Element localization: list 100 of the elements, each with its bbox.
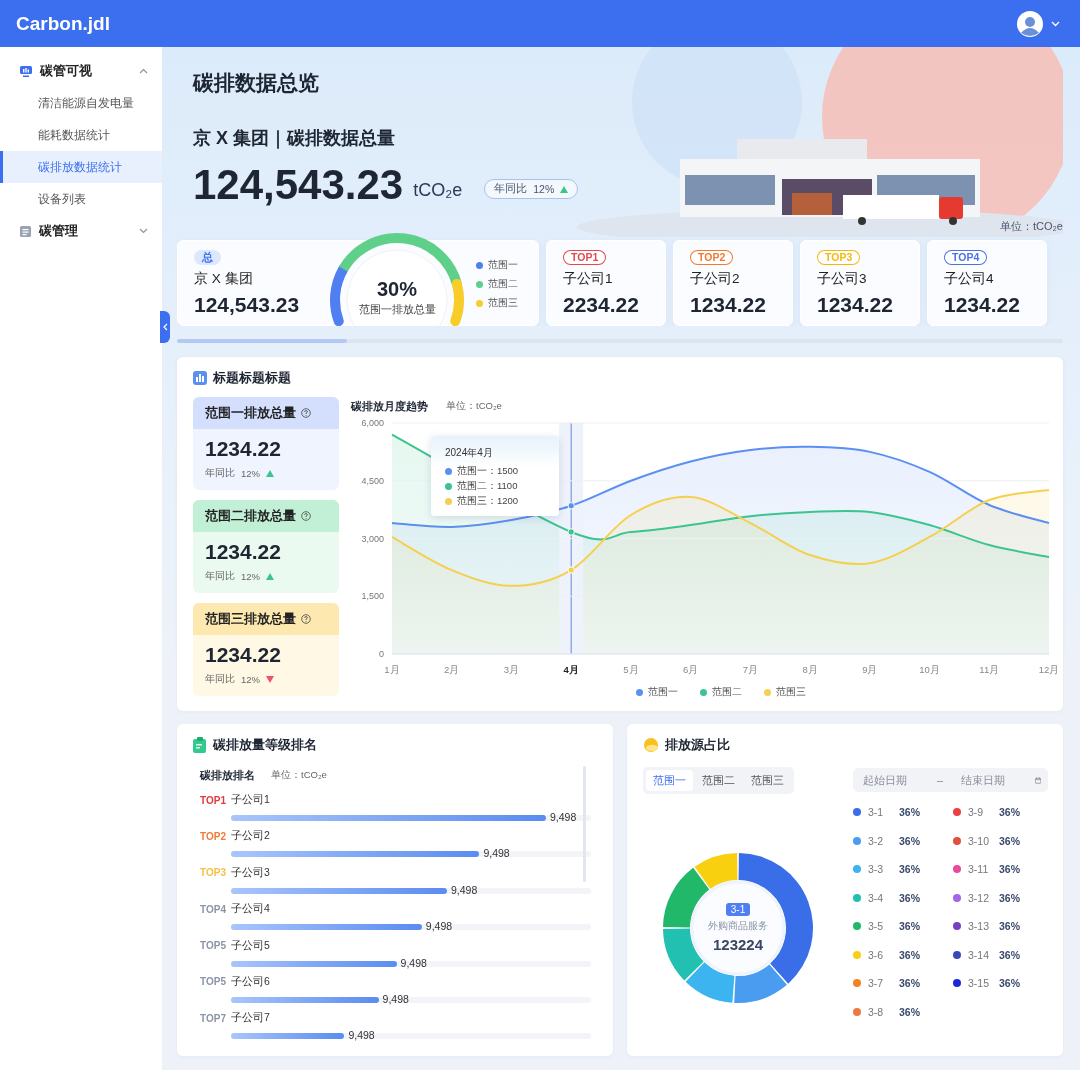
end-date-input[interactable]: 结束日期 [960, 774, 1023, 786]
tooltip-value: 范围二：1100 [457, 480, 518, 493]
axis-tick-label: 3,000 [361, 533, 384, 544]
range-separator: – [937, 774, 944, 786]
bar-value: 9,498 [348, 1029, 375, 1042]
nav-item[interactable]: 清洁能源自发电量 [0, 87, 162, 119]
scope-value: 1234.22 [204, 539, 282, 564]
legend-value: 36% [999, 977, 1020, 989]
yoy-label: 年同比 [494, 182, 528, 196]
scope-tab[interactable]: 范围二 [695, 769, 742, 791]
start-date-input[interactable]: 起始日期 [863, 774, 925, 786]
legend-label: 范围二 [488, 277, 518, 291]
nav-item[interactable]: 能耗数据统计 [0, 119, 162, 151]
legend-label: 3-14 [968, 948, 990, 961]
gauge-caption: 范围一排放总量 [358, 303, 436, 315]
legend-label: 3-5 [868, 920, 885, 932]
legend-label: 3-7 [868, 977, 885, 989]
rank-label: TOP1 [200, 794, 227, 806]
monitor-icon [20, 65, 32, 77]
legend-value: 36% [899, 1005, 920, 1018]
yoy-value: 12% [533, 183, 555, 195]
legend-label: 3-4 [868, 891, 885, 904]
legend-value: 36% [899, 834, 920, 847]
legend-label: 3-11 [968, 863, 990, 875]
bar-value: 9,498 [425, 920, 453, 933]
tooltip-value: 范围一：1500 [457, 465, 519, 478]
axis-tick-label: 5月 [623, 664, 639, 675]
chevron-down-icon[interactable] [1051, 20, 1060, 27]
company-name: 子公司5 [231, 938, 270, 953]
scope-title: 范围一排放总量 [205, 404, 296, 422]
company-name: 子公司3 [231, 865, 270, 880]
legend-label: 3-13 [968, 920, 990, 932]
document-icon [193, 737, 207, 753]
rank-badge: TOP2 [690, 250, 734, 265]
nav-group[interactable]: 碳管理 [0, 215, 162, 247]
axis-tick-label: 3月 [503, 664, 520, 675]
center-caption: 外购商品服务 [708, 919, 768, 933]
company-name: 子公司4 [944, 270, 995, 288]
legend-label: 3-3 [868, 863, 885, 875]
rank-label: TOP7 [200, 1012, 227, 1024]
legend-value: 36% [899, 806, 920, 818]
calendar-icon[interactable] [1034, 774, 1041, 786]
chart-unit: 单位：tCO₂e [446, 399, 502, 413]
legend-value: 36% [899, 863, 920, 875]
company-value: 1234.22 [944, 293, 1021, 317]
axis-tick-label: 4,500 [361, 475, 384, 486]
legend-dot [699, 688, 707, 696]
company-name: 子公司1 [231, 793, 270, 807]
legend-label: 3-8 [868, 1005, 885, 1018]
bar-value: 9,498 [400, 956, 427, 969]
axis-tick-label: 7月 [742, 664, 758, 675]
rank-badge: TOP1 [563, 250, 607, 265]
legend-value: 36% [999, 834, 1020, 847]
group-value: 124,543.23 [194, 293, 301, 317]
clipboard-icon [20, 225, 31, 237]
avatar-icon[interactable] [1017, 10, 1043, 37]
yoy-value: 12% [241, 674, 260, 685]
help-icon[interactable] [301, 408, 311, 418]
axis-tick-label: 1,500 [361, 591, 384, 602]
unit-note: 单位：tCO₂e [1000, 219, 1063, 234]
panel-title: 排放源占比 [665, 736, 730, 754]
center-value: 123224 [712, 936, 764, 953]
legend-value: 36% [999, 948, 1020, 961]
company-name: 子公司2 [690, 270, 741, 288]
bar-value: 9,498 [550, 811, 577, 823]
legend-dot [763, 688, 771, 696]
scope-title: 范围二排放总量 [205, 507, 296, 525]
scope-tab[interactable]: 范围一 [646, 769, 693, 791]
scope-value: 1234.22 [204, 642, 282, 667]
yoy-label: 年同比 [205, 673, 235, 686]
yoy-value: 12% [241, 571, 260, 582]
legend-label: 3-1 [868, 806, 885, 818]
legend-value: 36% [899, 977, 920, 989]
company-name: 子公司6 [231, 974, 270, 989]
chevron-left-icon [162, 323, 168, 331]
chart-title: 碳排放月度趋势 [351, 398, 428, 414]
legend-value: 36% [899, 948, 920, 961]
nav-item[interactable]: 碳排放数据统计 [0, 151, 162, 183]
legend-label: 3-9 [968, 806, 985, 818]
nav-item[interactable]: 设备列表 [0, 183, 162, 215]
help-icon[interactable] [301, 511, 311, 521]
bar-value: 9,498 [483, 847, 510, 860]
help-icon[interactable] [301, 614, 311, 624]
company-value: 1234.22 [817, 293, 894, 317]
yoy-label: 年同比 [205, 467, 235, 480]
axis-tick-label: 1月 [384, 664, 400, 675]
legend-dot [445, 483, 452, 490]
bar-value: 9,498 [451, 883, 478, 896]
company-name: 子公司1 [563, 270, 614, 288]
group-name: 京 X 集团 [194, 270, 254, 288]
scope-tab[interactable]: 范围三 [744, 769, 791, 791]
unit-label: 单位：tCO₂e [271, 768, 327, 782]
nav-group[interactable]: 碳管可视 [0, 55, 162, 87]
panel-title: 碳排放量等级排名 [213, 736, 317, 754]
rank-label: TOP3 [200, 867, 227, 879]
axis-tick-label: 6,000 [361, 418, 384, 428]
collapse-handle[interactable] [160, 311, 170, 343]
app-logo: Carbon.jdl [16, 12, 110, 35]
legend-label: 3-15 [968, 977, 990, 989]
legend-label: 3-6 [868, 948, 885, 961]
